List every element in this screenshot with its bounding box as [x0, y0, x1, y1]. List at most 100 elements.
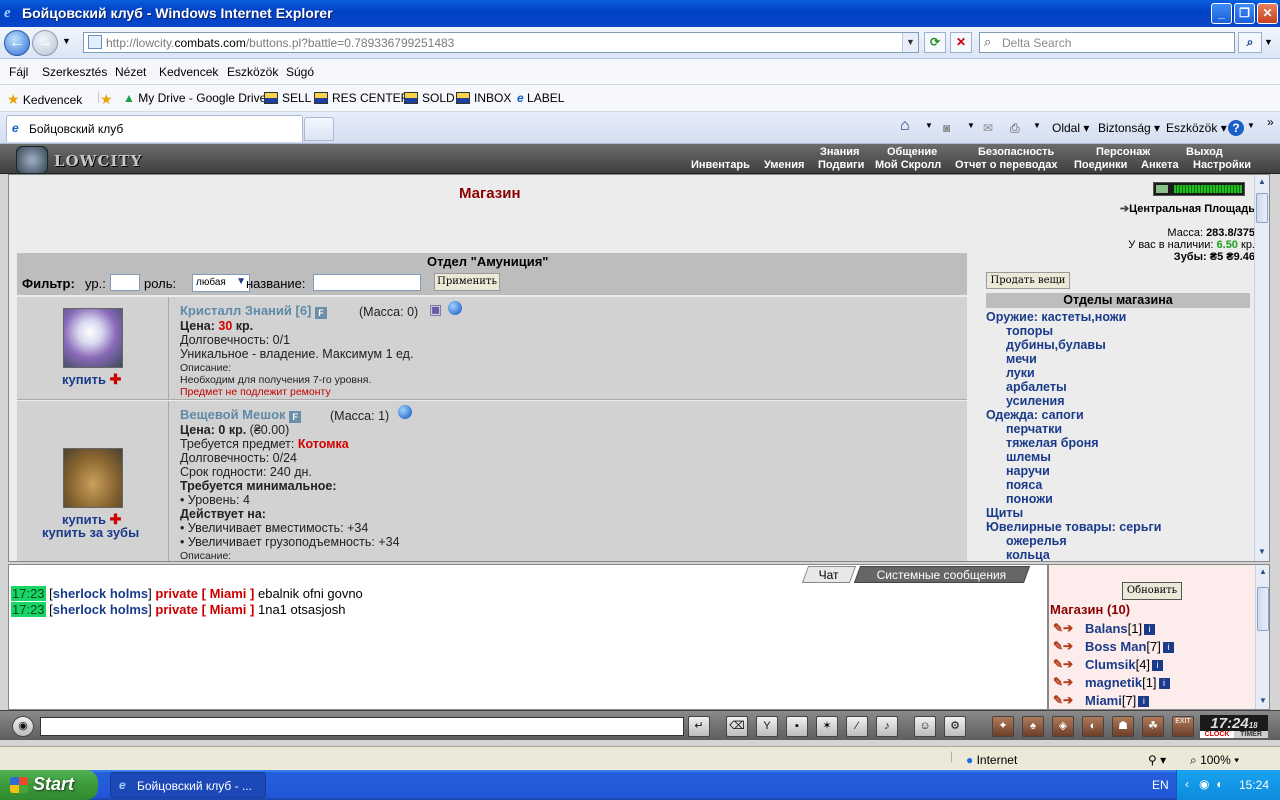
globe-icon[interactable] [448, 301, 462, 316]
fav-res-center[interactable]: RES CENTER [314, 91, 409, 105]
scroll-down-icon[interactable]: ▼ [1256, 696, 1269, 705]
mail-icon[interactable]: ✉ [983, 121, 993, 135]
department-link[interactable]: Щиты [986, 506, 1250, 520]
home-dropdown-icon[interactable]: ▼ [925, 121, 933, 130]
menu-character[interactable]: Персонаж [1096, 146, 1150, 158]
private-message-arrow-icon[interactable]: ✎➔ [1053, 657, 1077, 671]
address-url[interactable]: http://lowcity.combats.com/buttons.pl?ba… [106, 36, 454, 50]
department-link[interactable]: поножи [986, 492, 1250, 506]
volume-icon[interactable]: ◖ [1215, 777, 1222, 791]
department-link[interactable]: перчатки [986, 422, 1250, 436]
fav-sold[interactable]: SOLD [404, 91, 455, 105]
send-icon[interactable]: ↵ [688, 716, 710, 737]
menu-edit[interactable]: Szerkesztés [42, 65, 107, 79]
shield-icon[interactable]: ◈ [1052, 716, 1074, 737]
department-link[interactable]: мечи [986, 352, 1250, 366]
bag-item-image[interactable] [63, 448, 123, 508]
apply-filter-button[interactable]: Применить [434, 273, 500, 291]
tray-arrow-icon[interactable]: ‹ [1185, 777, 1189, 791]
search-input[interactable]: ⌕ Delta Search [979, 32, 1235, 53]
private-message-arrow-icon[interactable]: ✎➔ [1053, 621, 1077, 635]
friends-icon[interactable]: ☗ [1112, 716, 1134, 737]
menu-inventory[interactable]: Инвентарь [691, 159, 750, 171]
department-link[interactable]: Ювелирные товары: серьги [986, 520, 1250, 534]
department-link[interactable]: Одежда: сапоги [986, 408, 1250, 422]
scroll-thumb[interactable] [1257, 587, 1269, 631]
fav-sell[interactable]: SELL [264, 91, 311, 105]
scroll-up-icon[interactable]: ▲ [1256, 567, 1269, 576]
home-icon[interactable]: ⌂ [900, 117, 910, 135]
stop-icon[interactable]: ✕ [950, 32, 972, 53]
new-tab-button[interactable] [304, 117, 334, 141]
fav-inbox[interactable]: INBOX [456, 91, 511, 105]
menu-tools[interactable]: Eszközök [227, 65, 278, 79]
buy-link[interactable]: купить ✚ [62, 371, 121, 388]
eraser-icon[interactable]: ⌫ [726, 716, 748, 737]
menu-settings[interactable]: Настройки [1193, 159, 1251, 171]
tray-clock[interactable]: 15:24 [1239, 778, 1269, 792]
chat-input[interactable] [40, 717, 684, 736]
online-user[interactable]: Clumsik[4] i [1085, 657, 1164, 672]
menu-file[interactable]: Fájl [9, 65, 28, 79]
back-button[interactable]: ← [4, 30, 30, 56]
item-name[interactable]: Кристалл Знаний [6] F [180, 303, 328, 319]
menu-duels[interactable]: Поединки [1074, 159, 1127, 171]
scroll-down-icon[interactable]: ▼ [1255, 547, 1269, 559]
private-message-arrow-icon[interactable]: ✎➔ [1053, 639, 1077, 653]
menu-exit[interactable]: Выход [1186, 146, 1223, 158]
department-link[interactable]: топоры [986, 324, 1250, 338]
sound-icon[interactable]: ♪ [876, 716, 898, 737]
sell-items-button[interactable]: Продать вещи [986, 272, 1070, 289]
protected-mode-icon[interactable]: ⚲ ▾ [1148, 753, 1166, 767]
menu-favorites[interactable]: Kedvencek [159, 65, 218, 79]
wand-icon[interactable]: ✦ [992, 716, 1014, 737]
fav-label[interactable]: e LABEL [517, 91, 564, 105]
level-input[interactable] [110, 274, 140, 291]
tab-chat[interactable]: Чат [801, 566, 857, 583]
menu-security[interactable]: Безопасность [978, 146, 1054, 158]
forward-button[interactable]: → [32, 30, 58, 56]
department-link[interactable]: арбалеты [986, 380, 1250, 394]
menu-skills[interactable]: Умения [764, 159, 804, 171]
close-button[interactable]: ✕ [1257, 3, 1278, 24]
print-icon[interactable]: ⎙ [1010, 121, 1020, 136]
language-indicator[interactable]: EN [1152, 778, 1169, 792]
item-name[interactable]: Вещевой Мешок F [180, 407, 302, 423]
menu-knowledge[interactable]: Знания [820, 146, 859, 158]
department-link[interactable]: дубины,булавы [986, 338, 1250, 352]
online-user[interactable]: magnetik[1] i [1085, 675, 1170, 690]
print-dropdown-icon[interactable]: ▼ [1033, 121, 1041, 130]
help-icon[interactable]: ? [1228, 120, 1244, 136]
page-menu[interactable]: Oldal ▾ [1052, 121, 1089, 135]
exit-icon[interactable]: EXIT [1172, 716, 1194, 737]
gift-icon[interactable]: ▣ [429, 301, 442, 318]
shop-scrollbar[interactable]: ▲ ▼ [1254, 175, 1269, 561]
history-dropdown-icon[interactable]: ▼ [62, 36, 71, 46]
private-message-arrow-icon[interactable]: ✎➔ [1053, 693, 1077, 707]
fav-google-drive[interactable]: ▲ My Drive - Google Drive [123, 91, 266, 105]
tab-active[interactable]: e Бойцовский клуб [6, 115, 303, 142]
private-message-arrow-icon[interactable]: ✎➔ [1053, 675, 1077, 689]
message-user[interactable]: sherlock holms [53, 586, 148, 601]
online-user[interactable]: Balans[1] i [1085, 621, 1156, 636]
chat-speaker-icon[interactable]: ◉ [12, 716, 34, 737]
online-user[interactable]: Boss Man[7] i [1085, 639, 1174, 654]
tray-app-icon[interactable]: ◉ [1199, 777, 1209, 791]
fighter-icon[interactable]: ✶ [816, 716, 838, 737]
add-favorite-icon[interactable]: ★ [100, 91, 113, 108]
taskbar-item-ie[interactable]: e Бойцовский клуб - ... [110, 772, 266, 798]
filter-icon[interactable]: Y [756, 716, 778, 737]
group-icon[interactable]: ☘ [1142, 716, 1164, 737]
maximize-button[interactable]: ❐ [1234, 3, 1255, 24]
message-user[interactable]: sherlock holms [53, 602, 148, 617]
more-icon[interactable]: » [1267, 115, 1274, 129]
scroll-up-icon[interactable]: ▲ [1255, 177, 1269, 189]
address-bar[interactable]: http://lowcity.combats.com/buttons.pl?ba… [83, 32, 919, 53]
menu-communication[interactable]: Общение [887, 146, 937, 158]
settings-icon[interactable]: ⚙ [944, 716, 966, 737]
crystal-item-image[interactable] [63, 308, 123, 368]
menu-view[interactable]: Nézet [115, 65, 146, 79]
menu-profile[interactable]: Анкета [1141, 159, 1179, 171]
refresh-button[interactable]: Обновить [1122, 582, 1182, 600]
department-link[interactable]: усиления [986, 394, 1250, 408]
